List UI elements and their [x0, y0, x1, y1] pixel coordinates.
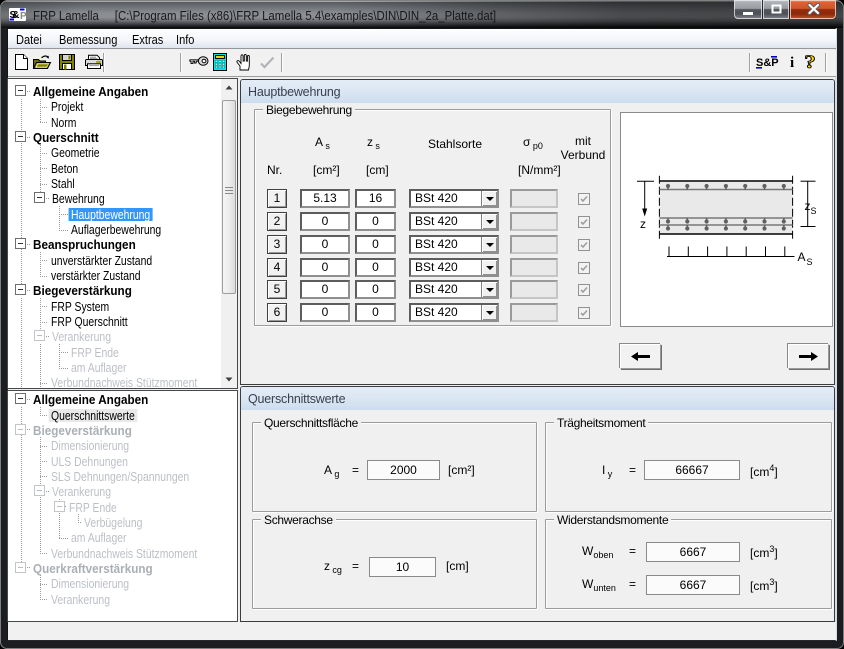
svg-text:z: z — [640, 217, 646, 231]
svg-text:S: S — [811, 206, 817, 216]
svg-text:?: ? — [804, 53, 816, 71]
svg-text:A: A — [798, 250, 806, 264]
svg-text:S: S — [807, 257, 813, 267]
svg-text:i: i — [790, 55, 794, 71]
svg-text:P: P — [20, 11, 26, 21]
